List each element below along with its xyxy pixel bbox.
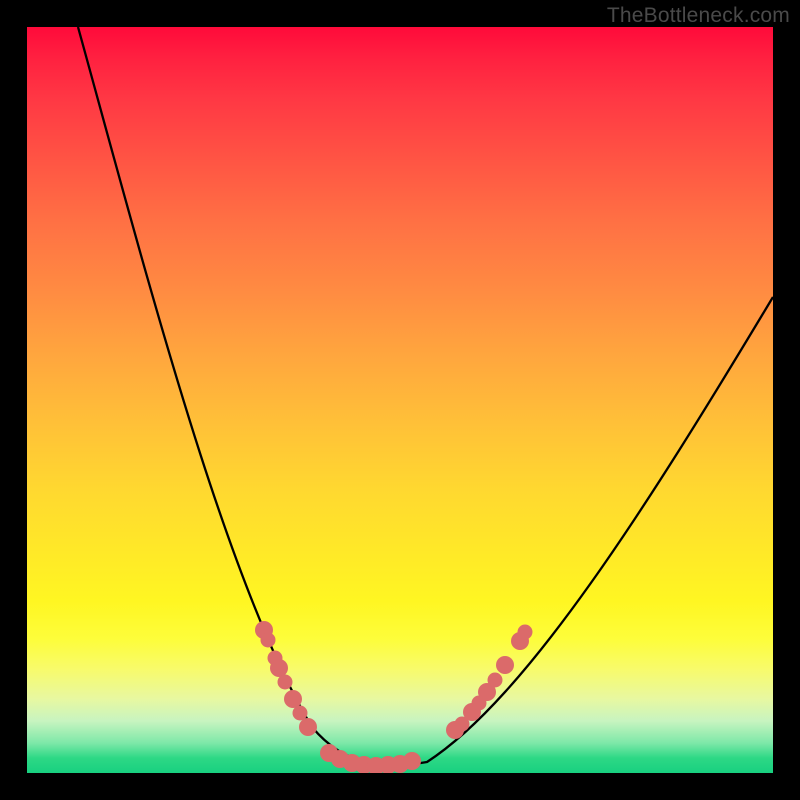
watermark-text: TheBottleneck.com [607, 4, 790, 28]
chart-background-gradient [27, 27, 773, 773]
chart-frame: TheBottleneck.com [0, 0, 800, 800]
